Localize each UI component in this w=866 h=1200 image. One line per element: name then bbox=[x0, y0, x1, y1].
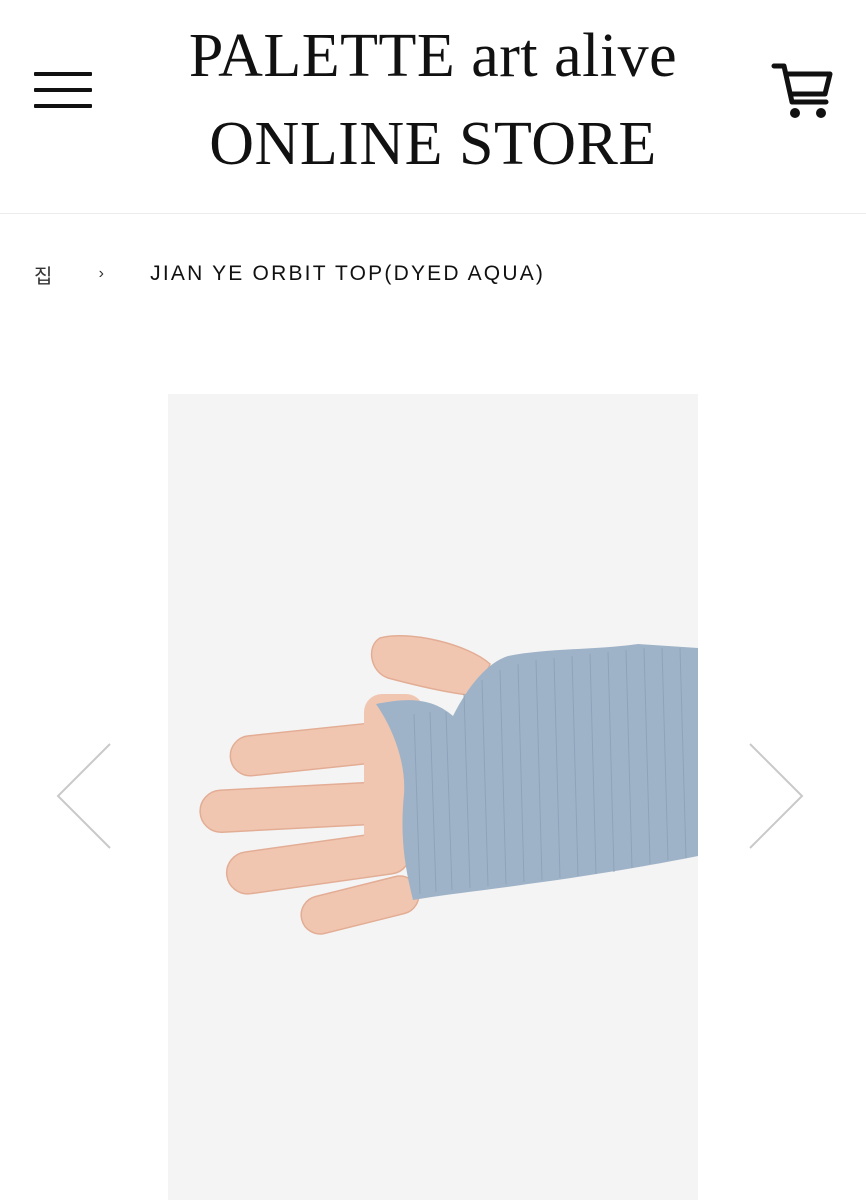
gallery-prev-button[interactable] bbox=[54, 740, 114, 852]
product-image-gallery[interactable] bbox=[168, 394, 698, 1200]
hamburger-icon-bar bbox=[34, 104, 92, 108]
gallery-next-button[interactable] bbox=[746, 740, 806, 852]
cart-icon bbox=[771, 63, 833, 118]
breadcrumb-separator: › bbox=[98, 265, 107, 282]
hamburger-icon-bar bbox=[34, 72, 92, 76]
cart-button[interactable] bbox=[770, 58, 836, 124]
menu-button[interactable] bbox=[34, 70, 94, 110]
site-header: PALETTE art alive ONLINE STORE bbox=[0, 0, 866, 214]
hamburger-icon-bar bbox=[34, 88, 92, 92]
breadcrumb: 집 › JIAN YE ORBIT TOP(DYED AQUA) bbox=[34, 254, 545, 294]
logo-line-2: ONLINE STORE bbox=[209, 110, 657, 178]
store-logo-link[interactable]: PALETTE art alive ONLINE STORE bbox=[130, 12, 736, 188]
product-image bbox=[199, 634, 698, 935]
breadcrumb-current: JIAN YE ORBIT TOP(DYED AQUA) bbox=[150, 262, 546, 285]
breadcrumb-home-link[interactable]: 집 bbox=[34, 260, 55, 289]
chevron-left-icon bbox=[56, 743, 111, 849]
logo-line-1: PALETTE art alive bbox=[188, 22, 678, 90]
chevron-right-icon bbox=[749, 743, 804, 849]
